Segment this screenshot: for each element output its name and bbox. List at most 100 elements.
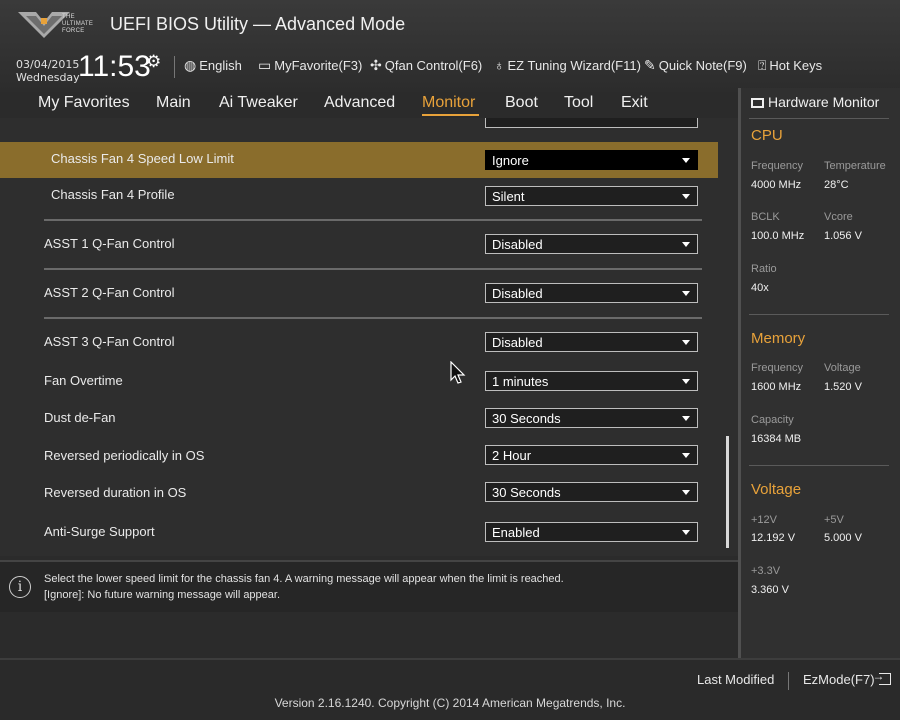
footer-bar: Last Modified EzMode(F7) Version 2.16.12…: [0, 658, 900, 720]
capacity-value: 16384 MB: [751, 433, 802, 445]
setting-dropdown[interactable]: 30 Seconds: [485, 408, 698, 428]
setting-label: Dust de-Fan: [44, 410, 116, 425]
dropdown-value: 30 Seconds: [492, 485, 561, 500]
tab-main[interactable]: Main: [156, 94, 191, 112]
logo-text: THE ULTIMATE FORCE: [62, 14, 94, 34]
cpu-temperature-label: Temperature: [824, 160, 886, 172]
setting-row[interactable]: Fan Overtime 1 minutes: [0, 364, 718, 400]
v5-label: +5V: [824, 514, 844, 526]
dropdown-value: Disabled: [492, 335, 543, 350]
tab-advanced[interactable]: Advanced: [324, 94, 395, 112]
setting-row[interactable]: Anti-Surge Support Enabled: [0, 515, 718, 551]
weekday: Wednesday: [16, 71, 80, 84]
setting-label: ASST 2 Q-Fan Control: [44, 285, 175, 300]
monitor-icon: [751, 98, 764, 108]
ez-tuning-wizard-button[interactable]: ♁ EZ Tuning Wizard(F11): [494, 57, 641, 73]
setting-dropdown[interactable]: 2 Hour: [485, 445, 698, 465]
help-text: [Ignore]: No future warning message will…: [44, 589, 281, 601]
tab-exit[interactable]: Exit: [621, 94, 648, 112]
chevron-down-icon: [682, 416, 690, 421]
bclk-value: 100.0 MHz: [751, 230, 805, 242]
setting-row[interactable]: Dust de-Fan 30 Seconds: [0, 401, 718, 437]
v12-value: 12.192 V: [751, 532, 796, 544]
v33-value: 3.360 V: [751, 584, 789, 596]
mouse-cursor-icon: [450, 361, 466, 384]
setting-label: Fan Overtime: [44, 373, 123, 388]
note-icon: ✎: [644, 57, 656, 73]
dropdown-value: 1 minutes: [492, 374, 549, 389]
help-text: Select the lower speed limit for the cha…: [44, 573, 564, 585]
date: 03/04/2015: [16, 58, 80, 71]
quick-note-button[interactable]: ✎ Quick Note(F9): [644, 57, 747, 74]
app-title: UEFI BIOS Utility — Advanced Mode: [110, 14, 406, 34]
hw-divider: [749, 314, 889, 315]
setting-dropdown[interactable]: Silent: [485, 186, 698, 206]
setting-row[interactable]: Reversed periodically in OS 2 Hour: [0, 439, 718, 475]
header-bar: THE ULTIMATE FORCE UEFI BIOS Utility — A…: [0, 0, 900, 92]
exit-arrow-icon: [873, 669, 891, 685]
tab-tool[interactable]: Tool: [564, 94, 593, 112]
hw-divider: [749, 118, 889, 119]
language-button[interactable]: ◍ English: [184, 57, 242, 74]
help-panel: i Select the lower speed limit for the c…: [0, 560, 738, 612]
setting-row[interactable]: Chassis Fan 4 Speed Low Limit Ignore: [0, 142, 718, 178]
dropdown-value: 30 Seconds: [492, 411, 561, 426]
last-modified-button[interactable]: Last Modified: [697, 672, 774, 687]
setting-dropdown[interactable]: Ignore: [485, 150, 698, 170]
memory-voltage-label: Voltage: [824, 362, 861, 374]
hw-divider: [749, 465, 889, 466]
hot-keys-button[interactable]: ⍰ Hot Keys: [758, 57, 822, 74]
fan-icon: ✣: [370, 57, 382, 73]
clock-settings-gear-icon[interactable]: ⚙: [146, 52, 161, 72]
v12-label: +12V: [751, 514, 777, 526]
setting-row[interactable]: Reversed duration in OS 30 Seconds: [0, 476, 718, 512]
dropdown-value: 2 Hour: [492, 448, 532, 463]
setting-row[interactable]: Chassis Fan 4 Profile Silent: [0, 178, 718, 214]
settings-scrollbar[interactable]: [726, 436, 729, 548]
ratio-value: 40x: [751, 282, 769, 294]
active-tab-underline: [422, 114, 479, 116]
footer-separator: [788, 672, 789, 690]
chevron-down-icon: [682, 379, 690, 384]
hardware-monitor-panel: Hardware Monitor CPU Frequency Temperatu…: [738, 88, 900, 658]
tab-ai-tweaker[interactable]: Ai Tweaker: [219, 94, 298, 112]
dropdown-value: Enabled: [492, 525, 540, 540]
chevron-down-icon: [682, 242, 690, 247]
dropdown-value: Disabled: [492, 286, 543, 301]
tab-my-favorites[interactable]: My Favorites: [38, 94, 130, 112]
memory-heading: Memory: [751, 330, 806, 347]
setting-dropdown[interactable]: 30 Seconds: [485, 482, 698, 502]
setting-dropdown[interactable]: Enabled: [485, 522, 698, 542]
tab-monitor[interactable]: Monitor: [422, 94, 475, 112]
memory-frequency-value: 1600 MHz: [751, 381, 802, 393]
setting-label: Reversed periodically in OS: [44, 448, 205, 463]
ezmode-button[interactable]: EzMode(F7): [803, 669, 891, 687]
bclk-label: BCLK: [751, 211, 780, 223]
main-menu-tabs: My Favorites Main Ai Tweaker Advanced Mo…: [0, 92, 738, 118]
setting-dropdown[interactable]: Disabled: [485, 234, 698, 254]
setting-row[interactable]: ASST 3 Q-Fan Control Disabled: [0, 325, 718, 361]
qfan-control-button[interactable]: ✣ Qfan Control(F6): [370, 57, 482, 74]
setting-dropdown[interactable]: Disabled: [485, 332, 698, 352]
myfavorite-button[interactable]: ▭ MyFavorite(F3): [258, 57, 362, 74]
help-key-icon: ⍰: [758, 57, 767, 73]
hardware-monitor-title: Hardware Monitor: [751, 94, 879, 110]
cpu-frequency-label: Frequency: [751, 160, 803, 172]
memory-frequency-label: Frequency: [751, 362, 803, 374]
vcore-label: Vcore: [824, 211, 853, 223]
setting-row[interactable]: ASST 1 Q-Fan Control Disabled: [0, 227, 718, 263]
voltage-heading: Voltage: [751, 481, 802, 498]
setting-dropdown[interactable]: Disabled: [485, 283, 698, 303]
setting-row[interactable]: ASST 2 Q-Fan Control Disabled: [0, 276, 718, 312]
tab-boot[interactable]: Boot: [505, 94, 538, 112]
chevron-down-icon: [682, 291, 690, 296]
setting-label: ASST 1 Q-Fan Control: [44, 236, 175, 251]
setting-dropdown[interactable]: 1 minutes: [485, 371, 698, 391]
scrolled-dropdown: [485, 118, 698, 128]
globe-icon: ◍: [184, 57, 197, 73]
chevron-down-icon: [682, 158, 690, 163]
settings-panel: Chassis Fan 4 Speed Low Limit Ignore Cha…: [0, 118, 738, 556]
setting-label: ASST 3 Q-Fan Control: [44, 334, 175, 349]
section-divider: [44, 219, 702, 221]
dropdown-value: Silent: [492, 189, 525, 204]
